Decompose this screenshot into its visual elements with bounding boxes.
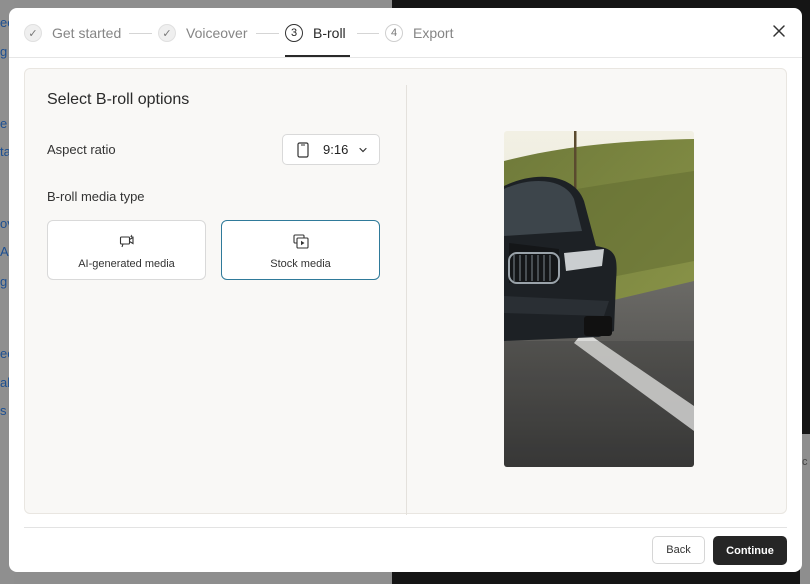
step-label: Export (413, 25, 454, 41)
step-label: Voiceover (186, 25, 248, 41)
active-step-indicator (285, 55, 350, 57)
options-panel: Select B-roll options Aspect ratio 9:16 … (24, 68, 787, 515)
broll-preview-image (504, 131, 694, 467)
aspect-ratio-value: 9:16 (323, 142, 349, 157)
phone-icon (297, 141, 309, 158)
step-connector (256, 33, 279, 34)
background-text: A (0, 244, 9, 259)
media-type-label: B-roll media type (47, 189, 145, 204)
step-number: 3 (285, 24, 303, 42)
step-connector (357, 33, 379, 34)
aspect-ratio-select[interactable]: 9:16 (282, 134, 380, 165)
background-text: c (802, 456, 808, 468)
step-voiceover[interactable]: ✓ Voiceover (158, 22, 247, 44)
chevron-down-icon (359, 147, 367, 153)
footer-divider (24, 527, 787, 528)
step-export[interactable]: 4 Export (385, 22, 453, 44)
panel-divider (406, 85, 407, 515)
step-broll[interactable]: 3 B-roll (285, 22, 346, 44)
back-button[interactable]: Back (652, 536, 705, 564)
step-label: B-roll (313, 25, 346, 41)
step-number: 4 (385, 24, 403, 42)
aspect-ratio-label: Aspect ratio (47, 142, 116, 157)
step-label: Get started (52, 25, 122, 41)
step-get-started[interactable]: ✓ Get started (24, 22, 121, 44)
ai-generated-media-option[interactable]: AI-generated media (47, 220, 206, 280)
stock-media-icon (292, 234, 309, 249)
car-preview-illustration (504, 131, 694, 467)
close-icon (773, 25, 785, 37)
stepper: ✓ Get started ✓ Voiceover 3 B-roll 4 Exp… (9, 8, 802, 58)
check-icon: ✓ (24, 24, 42, 42)
section-title: Select B-roll options (47, 91, 190, 108)
continue-button[interactable]: Continue (713, 536, 787, 565)
media-option-label: Stock media (270, 258, 331, 270)
stock-media-option[interactable]: Stock media (221, 220, 380, 280)
step-connector (129, 33, 152, 34)
close-button[interactable] (770, 22, 788, 40)
ai-media-icon (119, 234, 134, 248)
check-icon: ✓ (158, 24, 176, 42)
broll-modal: ✓ Get started ✓ Voiceover 3 B-roll 4 Exp… (9, 8, 802, 572)
media-option-label: AI-generated media (78, 258, 175, 270)
